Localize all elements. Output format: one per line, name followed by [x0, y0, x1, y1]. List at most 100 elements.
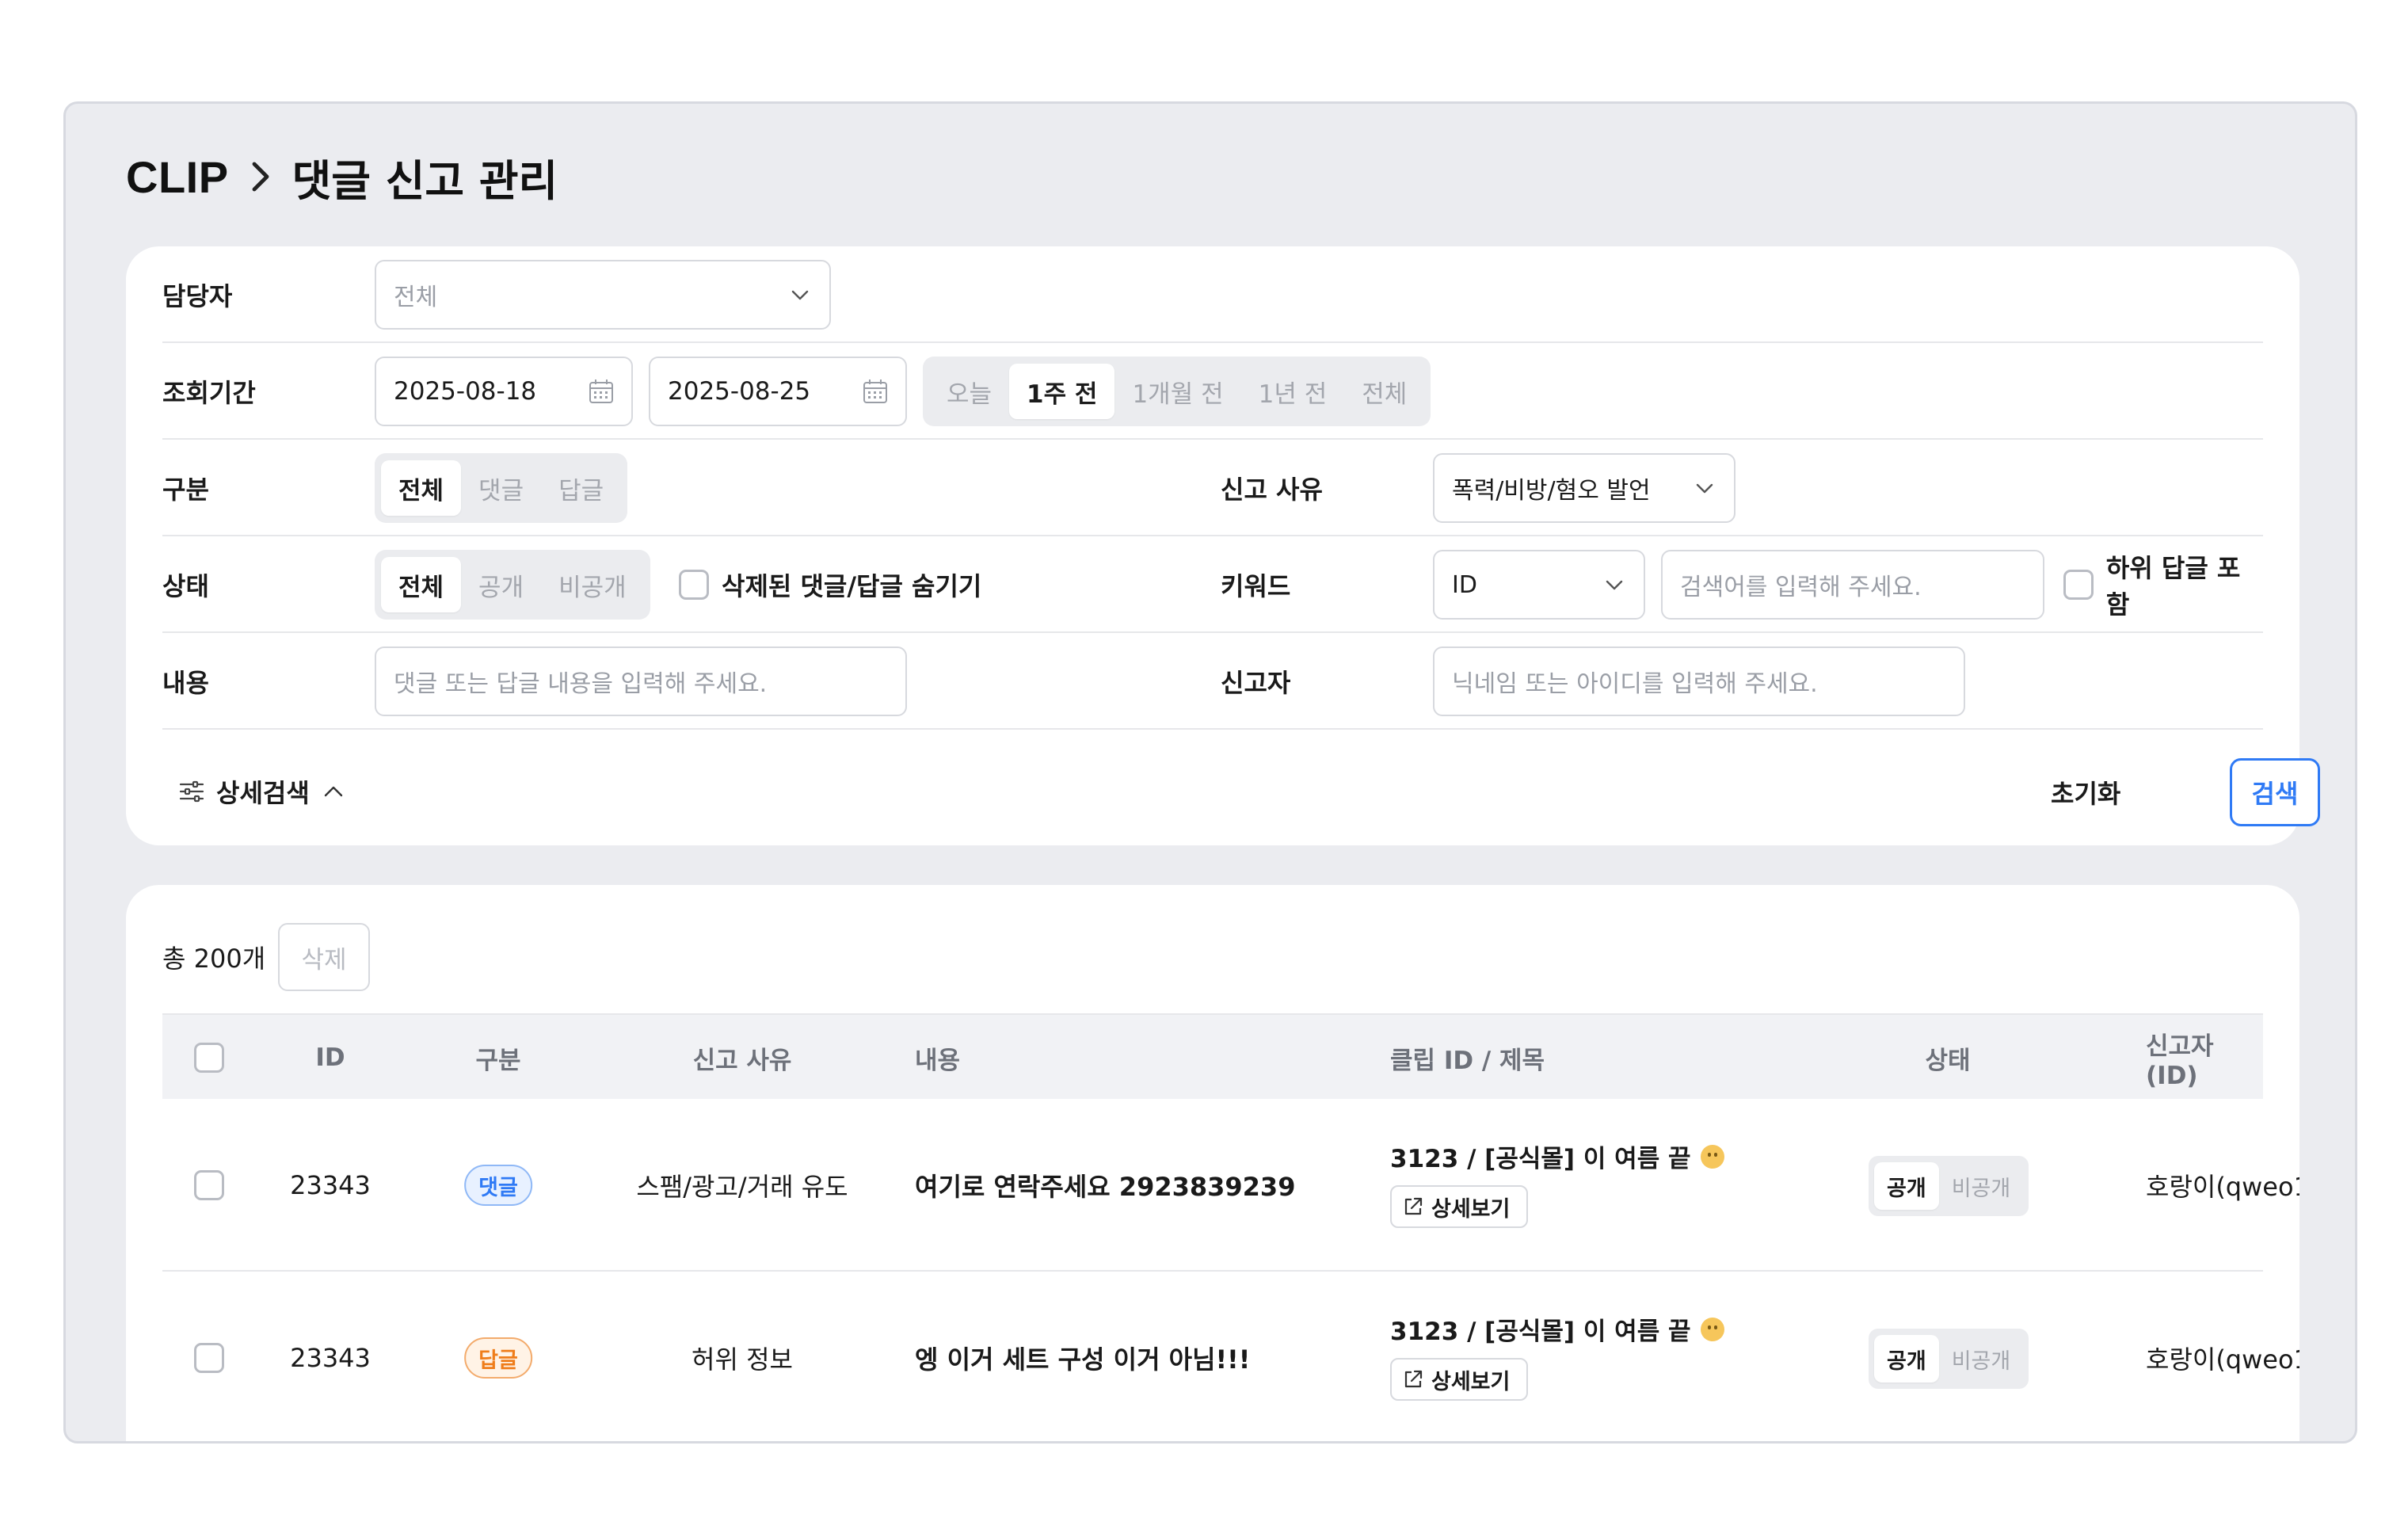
detail-button[interactable]: 상세보기	[1390, 1358, 1528, 1401]
table-row[interactable]: 23343 답글 허위 정보 엥 이거 세트 구성 이거 아님!!! 3123 …	[162, 1272, 2299, 1441]
content-input[interactable]: 댓글 또는 답글 내용을 입력해 주세요.	[375, 646, 907, 716]
include-replies-checkbox[interactable]	[2063, 570, 2094, 600]
preset-1-week[interactable]: 1주 전	[1009, 364, 1115, 419]
reset-button[interactable]: 초기화	[2051, 758, 2120, 826]
select-all-checkbox[interactable]	[194, 1043, 224, 1073]
search-button[interactable]: 검색	[2230, 758, 2320, 826]
col-reason[interactable]: 신고 사유	[693, 1015, 792, 1100]
smile-emoji-icon	[1700, 1144, 1724, 1169]
col-clip[interactable]: 클립 ID / 제목	[1390, 1015, 1545, 1100]
type-reply[interactable]: 답글	[541, 460, 621, 516]
row-status-toggle: 공개 비공개	[1869, 1156, 2029, 1216]
row-type-cell: 답글	[464, 1272, 532, 1441]
content-label: 내용	[162, 668, 209, 698]
external-link-icon	[1404, 1370, 1423, 1388]
calendar-icon[interactable]	[861, 377, 890, 406]
row-checkbox[interactable]	[194, 1343, 224, 1373]
filter-row-content: 내용 댓글 또는 답글 내용을 입력해 주세요. 신고자 닉네임 또는 아이디를…	[162, 633, 2263, 730]
row-checkbox-cell	[194, 1272, 224, 1441]
row-clip-cell: 3123 / [공식몰] 이 여름 끝 상세보기	[1390, 1311, 1724, 1401]
reason-label: 신고 사유	[1221, 475, 1323, 505]
end-date-value: 2025-08-25	[668, 377, 811, 406]
detail-button-label: 상세보기	[1431, 1369, 1511, 1394]
reporter-input[interactable]: 닉네임 또는 아이디를 입력해 주세요.	[1433, 646, 1965, 716]
advanced-search-label: 상세검색	[216, 778, 310, 808]
row-content: 여기로 연락주세요 2923839239	[915, 1172, 1296, 1202]
col-content[interactable]: 내용	[915, 1015, 960, 1100]
results-panel: 총 200개 삭제 ID 구분 신고 사유 내용 클립 ID / 제목 상태 신…	[126, 885, 2299, 1441]
include-replies-label: 하위 답글 포함	[2105, 553, 2241, 620]
hide-deleted-checkbox[interactable]	[679, 570, 709, 600]
col-reporter[interactable]: 신고자(ID)	[2146, 1015, 2263, 1100]
type-badge: 댓글	[464, 1165, 532, 1206]
manager-select[interactable]: 전체	[375, 260, 831, 330]
keyword-input[interactable]: 검색어를 입력해 주세요.	[1661, 550, 2044, 620]
page-title: 댓글 신고 관리	[291, 155, 558, 206]
row-status-toggle: 공개 비공개	[1869, 1329, 2029, 1389]
manager-label: 담당자	[162, 281, 233, 311]
reporter-placeholder: 닉네임 또는 아이디를 입력해 주세요.	[1452, 670, 1818, 698]
chevron-up-icon	[324, 786, 342, 797]
reason-select[interactable]: 폭력/비방/혐오 발언	[1433, 453, 1736, 523]
type-badge: 답글	[464, 1337, 532, 1379]
keyword-type-value: ID	[1452, 570, 1477, 599]
filter-row-type: 구분 전체 댓글 답글 신고 사유 폭력/비방/혐오 발언	[162, 440, 2263, 536]
content-placeholder: 댓글 또는 답글 내용을 입력해 주세요.	[394, 670, 768, 698]
col-status[interactable]: 상태	[1925, 1015, 1970, 1100]
keyword-type-select[interactable]: ID	[1433, 550, 1645, 620]
breadcrumb-root[interactable]: CLIP	[126, 151, 229, 203]
row-id: 23343	[290, 1170, 371, 1200]
row-reporter: 호랑이(qweo1	[2146, 1172, 2299, 1202]
main-frame: CLIP 댓글 신고 관리 담당자 전체 조회기간 2025-08-18 202…	[63, 101, 2357, 1444]
start-date-value: 2025-08-18	[394, 377, 537, 406]
clip-title-text: 3123 / [공식몰] 이 여름 끝	[1390, 1318, 1691, 1346]
sliders-icon	[179, 780, 204, 803]
status-label: 상태	[162, 571, 209, 601]
delete-button[interactable]: 삭제	[278, 923, 370, 991]
row-id: 23343	[290, 1343, 371, 1373]
keyword-label: 키워드	[1221, 571, 1291, 601]
row-checkbox-cell	[194, 1099, 224, 1272]
detail-button[interactable]: 상세보기	[1390, 1185, 1528, 1228]
row-checkbox[interactable]	[194, 1170, 224, 1200]
advanced-search-toggle[interactable]: 상세검색	[178, 760, 345, 823]
filter-panel: 담당자 전체 조회기간 2025-08-18 2025-08-25 오늘 1주 …	[126, 246, 2320, 845]
status-private[interactable]: 비공개	[541, 557, 644, 612]
manager-select-value: 전체	[394, 284, 438, 311]
include-replies-checkbox-wrap[interactable]: 하위 답글 포함	[2063, 536, 2263, 633]
end-date-input[interactable]: 2025-08-25	[649, 357, 907, 426]
filter-row-manager: 담당자 전체	[162, 246, 2263, 343]
chevron-down-icon	[1606, 580, 1623, 590]
preset-1-year[interactable]: 1년 전	[1241, 364, 1345, 419]
start-date-input[interactable]: 2025-08-18	[375, 357, 633, 426]
type-label: 구분	[162, 475, 209, 505]
status-all[interactable]: 전체	[381, 557, 462, 612]
status-public-option[interactable]: 공개	[1874, 1335, 1939, 1383]
col-id[interactable]: ID	[315, 1015, 345, 1100]
status-private-option[interactable]: 비공개	[1939, 1162, 2024, 1210]
type-all[interactable]: 전체	[381, 460, 462, 516]
col-type[interactable]: 구분	[475, 1015, 520, 1100]
preset-1-month[interactable]: 1개월 전	[1114, 364, 1240, 419]
type-comment[interactable]: 댓글	[461, 460, 541, 516]
preset-today[interactable]: 오늘	[929, 364, 1009, 419]
type-segment: 전체 댓글 답글	[375, 453, 628, 523]
table-row[interactable]: 23343 댓글 스팸/광고/거래 유도 여기로 연락주세요 292383923…	[162, 1099, 2299, 1272]
smile-emoji-icon	[1700, 1317, 1724, 1341]
status-segment: 전체 공개 비공개	[375, 550, 650, 620]
row-type-cell: 댓글	[464, 1099, 532, 1272]
status-public[interactable]: 공개	[461, 557, 541, 612]
hide-deleted-checkbox-wrap[interactable]: 삭제된 댓글/답글 숨기기	[679, 536, 981, 633]
status-public-option[interactable]: 공개	[1874, 1162, 1939, 1210]
external-link-icon	[1404, 1197, 1423, 1215]
filter-row-status: 상태 전체 공개 비공개 삭제된 댓글/답글 숨기기 키워드 ID 검색어를 입…	[162, 536, 2263, 633]
filter-row-period: 조회기간 2025-08-18 2025-08-25 오늘 1주 전 1개월 전…	[162, 343, 2263, 440]
clip-title: 3123 / [공식몰] 이 여름 끝	[1390, 1138, 1724, 1174]
reporter-label: 신고자	[1221, 668, 1291, 698]
chevron-right-icon	[246, 159, 275, 194]
status-private-option[interactable]: 비공개	[1939, 1335, 2024, 1383]
table-header: ID 구분 신고 사유 내용 클립 ID / 제목 상태 신고자(ID)	[162, 1013, 2263, 1099]
row-reporter: 호랑이(qweo1	[2146, 1344, 2299, 1375]
calendar-icon[interactable]	[587, 377, 615, 406]
preset-all[interactable]: 전체	[1344, 364, 1424, 419]
